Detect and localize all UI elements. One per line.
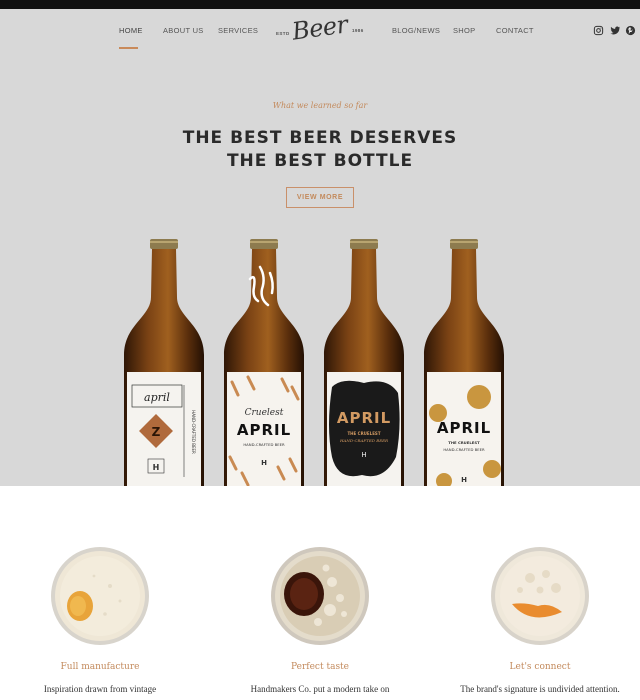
svg-text:Z: Z: [152, 425, 161, 439]
feature-perfect-taste: Perfect taste Handmakers Co. put a moder…: [220, 486, 420, 700]
hero-title-line-1: THE BEST BEER DESERVES: [182, 128, 458, 148]
bottle-april-dots: APRIL THE CRUELEST HAND-CRAFTED BEER H: [424, 239, 504, 486]
feature-text: Inspiration drawn from vintage: [43, 684, 157, 694]
feature-title: Full manufacture: [60, 662, 140, 672]
bottle-3-sub2: HAND-CRAFTED BEER: [339, 438, 388, 443]
features-section: Full manufacture Inspiration drawn from …: [0, 486, 640, 700]
beer-glass-image: [271, 547, 369, 645]
bottle-april-dark: APRIL THE CRUELEST HAND-CRAFTED BEER H: [324, 239, 404, 486]
nav-about-us[interactable]: ABOUT US: [163, 26, 204, 35]
bottle-april-cruelest: Cruelest APRIL HAND-CRAFTED BEER H: [224, 239, 304, 486]
feature-lets-connect: Let's connect The brand's signature is u…: [440, 486, 640, 700]
hero-eyebrow: What we learned so far: [272, 101, 368, 110]
twitter-icon[interactable]: [610, 25, 621, 36]
bottle-4-sub1: THE CRUELEST: [448, 440, 480, 445]
hero-title-line-2: THE BEST BOTTLE: [226, 151, 414, 171]
logo-est: ESTD: [276, 31, 290, 36]
nav-active-underline: [119, 47, 138, 49]
bottle-4-sub2: HAND-CRAFTED BEER: [443, 447, 485, 452]
feature-title: Perfect taste: [291, 662, 349, 672]
bottle-april-script: april Z H HAND-CRAFTED BEER: [124, 239, 204, 486]
beer-glass-image: [491, 547, 589, 645]
view-more-button[interactable]: VIEW MORE: [286, 187, 354, 208]
bottle-4-mark: H: [461, 476, 467, 484]
feature-full-manufacture: Full manufacture Inspiration drawn from …: [0, 486, 200, 700]
hero-section: HOME ABOUT US SERVICES ESTD Beer 1986 BL…: [0, 9, 640, 486]
feature-title: Let's connect: [509, 662, 571, 672]
feature-text: The brand's signature is undivided atten…: [460, 684, 620, 694]
bottle-1-side-text: HAND-CRAFTED BEER: [191, 410, 196, 454]
bottle-1-brand: april: [144, 391, 170, 404]
bottle-2-brand: APRIL: [237, 421, 291, 439]
nav-contact[interactable]: CONTACT: [496, 26, 534, 35]
nav-services[interactable]: SERVICES: [218, 26, 258, 35]
pinterest-icon[interactable]: [625, 25, 636, 36]
bottle-2-script: Cruelest: [245, 408, 284, 418]
feature-text: Handmakers Co. put a modern take on: [250, 684, 390, 694]
bottle-3-mark: H: [361, 451, 366, 459]
bottle-2-sub: HAND-CRAFTED BEER: [243, 442, 285, 447]
nav-blog-news[interactable]: BLOG/NEWS: [392, 26, 440, 35]
instagram-icon[interactable]: [593, 25, 604, 36]
nav-home[interactable]: HOME: [119, 26, 143, 35]
beer-glass-image: [51, 547, 149, 645]
top-bar: [0, 0, 640, 9]
logo-script: Beer: [290, 10, 350, 46]
bottle-2-mark: H: [261, 459, 267, 467]
nav-shop[interactable]: SHOP: [453, 26, 475, 35]
bottle-4-brand: APRIL: [437, 419, 491, 437]
bottle-3-sub1: THE CRUELEST: [347, 431, 380, 436]
bottle-3-brand: APRIL: [337, 409, 391, 427]
logo-year: 1986: [352, 28, 364, 33]
brand-logo[interactable]: ESTD Beer 1986: [276, 10, 366, 50]
bottle-1-mark: H: [153, 463, 160, 472]
main-navigation: HOME ABOUT US SERVICES ESTD Beer 1986 BL…: [0, 9, 640, 61]
